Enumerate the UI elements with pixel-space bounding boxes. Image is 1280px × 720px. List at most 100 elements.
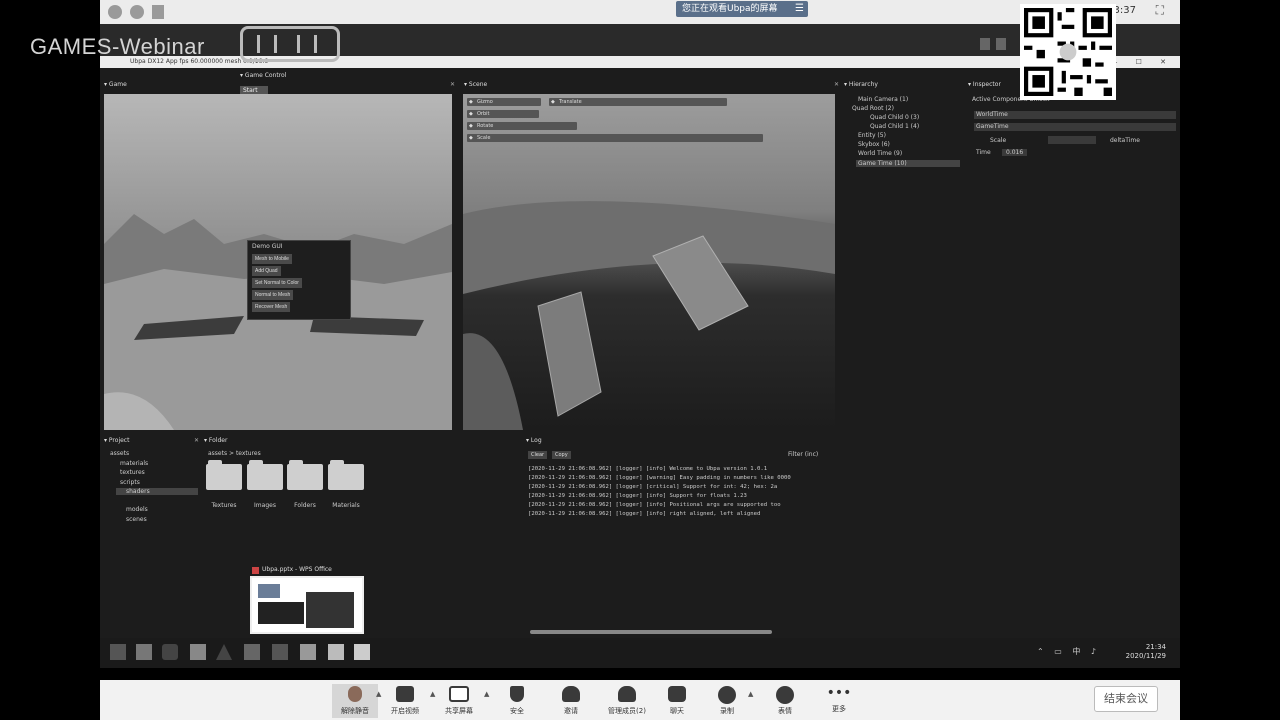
- menu-game-control[interactable]: ▾ Game Control: [240, 72, 286, 79]
- unmute-button[interactable]: 解除静音: [332, 684, 378, 718]
- pane-title-hierarchy[interactable]: Hierarchy: [844, 80, 878, 90]
- vscode-icon[interactable]: [162, 644, 178, 660]
- hierarchy-item-selected[interactable]: Game Time (10): [856, 160, 960, 167]
- pane-title-log[interactable]: Log: [526, 436, 542, 446]
- emoji-icon: [776, 686, 794, 704]
- project-folder[interactable]: materials: [120, 460, 148, 467]
- info-icon[interactable]: [108, 5, 122, 19]
- inspector-field-label: Time: [976, 149, 991, 156]
- demo-button-recover-mesh[interactable]: Recover Mesh: [252, 302, 291, 312]
- security-button[interactable]: 安全: [494, 684, 540, 718]
- fullscreen-icon[interactable]: ⛶: [1156, 3, 1164, 18]
- chevron-up-icon[interactable]: ▲: [748, 690, 753, 698]
- log-copy-button[interactable]: Copy: [552, 451, 571, 459]
- pane-title-scene[interactable]: Scene: [464, 80, 487, 90]
- unmute-label: 解除静音: [341, 707, 369, 715]
- record-button[interactable]: 录制: [704, 684, 750, 718]
- project-folder[interactable]: textures: [120, 469, 145, 476]
- folder-icon: [247, 464, 283, 490]
- invite-label: 邀请: [564, 707, 578, 715]
- folder-icon: [287, 464, 323, 490]
- folder-textures[interactable]: [206, 460, 242, 490]
- inspector-value-field[interactable]: [1048, 136, 1096, 144]
- participants-button[interactable]: 管理成员(2): [600, 684, 654, 718]
- demo-button-mesh-to-mobile[interactable]: Mesh to Mobile: [252, 254, 292, 264]
- folder-icon: [328, 464, 364, 490]
- header-button-b[interactable]: [996, 38, 1006, 50]
- chevron-up-icon[interactable]: ▲: [430, 690, 435, 698]
- inspector-component[interactable]: GameTime: [976, 123, 1009, 130]
- demo-button-normal-to-mesh[interactable]: Normal to Mesh: [252, 290, 294, 300]
- folder-folders[interactable]: [287, 460, 323, 490]
- chevron-up-icon[interactable]: ▲: [484, 690, 489, 698]
- share-screen-button[interactable]: 共享屏幕: [436, 684, 482, 718]
- taskbar-date: 2020/11/29: [1125, 652, 1166, 660]
- more-button[interactable]: ••• 更多: [816, 684, 862, 718]
- record-label: 录制: [720, 707, 734, 715]
- folder-materials[interactable]: [328, 460, 364, 490]
- scene-chip-gizmo[interactable]: Gizmo: [467, 98, 541, 106]
- header-button-a[interactable]: [980, 38, 990, 50]
- triangle-icon[interactable]: [216, 644, 232, 660]
- horizontal-scrollbar[interactable]: [530, 630, 772, 634]
- scene-chip-scale[interactable]: Scale: [467, 134, 763, 142]
- visual-studio-icon[interactable]: [272, 644, 288, 660]
- folder-path[interactable]: assets > textures: [208, 450, 261, 457]
- share-banner[interactable]: 您正在观看Ubpa的屏幕 ☰: [676, 1, 808, 17]
- video-button[interactable]: 开启视频: [382, 684, 428, 718]
- project-folder[interactable]: assets: [110, 450, 129, 457]
- signal-icon[interactable]: [152, 5, 164, 19]
- scene-chip-translate[interactable]: Translate: [549, 98, 727, 106]
- inspector-component[interactable]: WorldTime: [976, 111, 1008, 118]
- chat-button[interactable]: 聊天: [654, 684, 700, 718]
- demo-button-set-normal[interactable]: Set Normal to Color: [252, 278, 302, 288]
- qr-code-image: [1024, 8, 1112, 96]
- close-icon[interactable]: ✕: [450, 81, 455, 88]
- pane-title-game[interactable]: Game: [104, 80, 127, 90]
- scene-chip-rotate[interactable]: Rotate: [467, 122, 577, 130]
- chevron-up-icon[interactable]: ▲: [376, 690, 381, 698]
- inspector-value[interactable]: 0.016: [1002, 149, 1028, 156]
- pane-title-project[interactable]: Project: [104, 436, 130, 446]
- hierarchy-item[interactable]: World Time (9): [858, 150, 902, 157]
- thumbnail-slide-a: [258, 584, 280, 598]
- reactions-button[interactable]: 表情: [762, 684, 808, 718]
- app-icon[interactable]: [244, 644, 260, 660]
- log-clear-button[interactable]: Clear: [528, 451, 548, 459]
- project-folder[interactable]: models: [126, 506, 148, 513]
- app-icon-active[interactable]: [300, 644, 316, 660]
- hierarchy-item[interactable]: Main Camera (1): [858, 96, 908, 103]
- project-folder-selected[interactable]: shaders: [116, 488, 198, 495]
- window-controls[interactable]: – ☐ ✕: [1114, 56, 1174, 68]
- hierarchy-item[interactable]: Entity (5): [858, 132, 886, 139]
- taskbar-clock[interactable]: 21:34 2020/11/29: [1126, 643, 1166, 661]
- system-tray[interactable]: ⌃ ▭ 中 ♪: [1037, 646, 1100, 657]
- folder-label: Images: [254, 502, 276, 509]
- wps-icon[interactable]: [354, 644, 370, 660]
- log-filter[interactable]: Filter (inc): [788, 451, 818, 458]
- hierarchy-item[interactable]: Quad Root (2): [852, 105, 894, 112]
- hierarchy-item[interactable]: Quad Child 0 (3): [870, 114, 919, 121]
- close-icon[interactable]: ✕: [834, 81, 839, 88]
- scene-chip-orbit[interactable]: Orbit: [467, 110, 539, 118]
- pane-title-inspector[interactable]: Inspector: [968, 80, 1001, 90]
- scene-viewport[interactable]: Gizmo Translate Orbit Rotate Scale: [463, 94, 835, 430]
- close-icon[interactable]: ✕: [194, 437, 199, 444]
- project-folder[interactable]: scripts: [120, 479, 140, 486]
- game-viewport[interactable]: Demo GUI Mesh to Mobile Add Quad Set Nor…: [104, 94, 452, 430]
- menu-icon[interactable]: ☰: [795, 1, 804, 17]
- hierarchy-item[interactable]: Quad Child 1 (4): [870, 123, 919, 130]
- pane-title-folder[interactable]: Folder: [204, 436, 228, 446]
- hierarchy-item[interactable]: Skybox (6): [858, 141, 890, 148]
- invite-button[interactable]: 邀请: [548, 684, 594, 718]
- project-folder[interactable]: scenes: [126, 516, 147, 523]
- shield-icon[interactable]: [130, 5, 144, 19]
- end-meeting-button[interactable]: 结束会议: [1094, 686, 1158, 712]
- taskbar-thumbnail[interactable]: Ubpa.pptx - WPS Office: [250, 564, 364, 636]
- demo-button-add-quad[interactable]: Add Quad: [252, 266, 281, 276]
- folder-images[interactable]: [247, 460, 283, 490]
- app-icon-active[interactable]: [328, 644, 344, 660]
- explorer-icon[interactable]: [190, 644, 206, 660]
- taskview-icon[interactable]: [136, 644, 152, 660]
- start-icon[interactable]: [110, 644, 126, 660]
